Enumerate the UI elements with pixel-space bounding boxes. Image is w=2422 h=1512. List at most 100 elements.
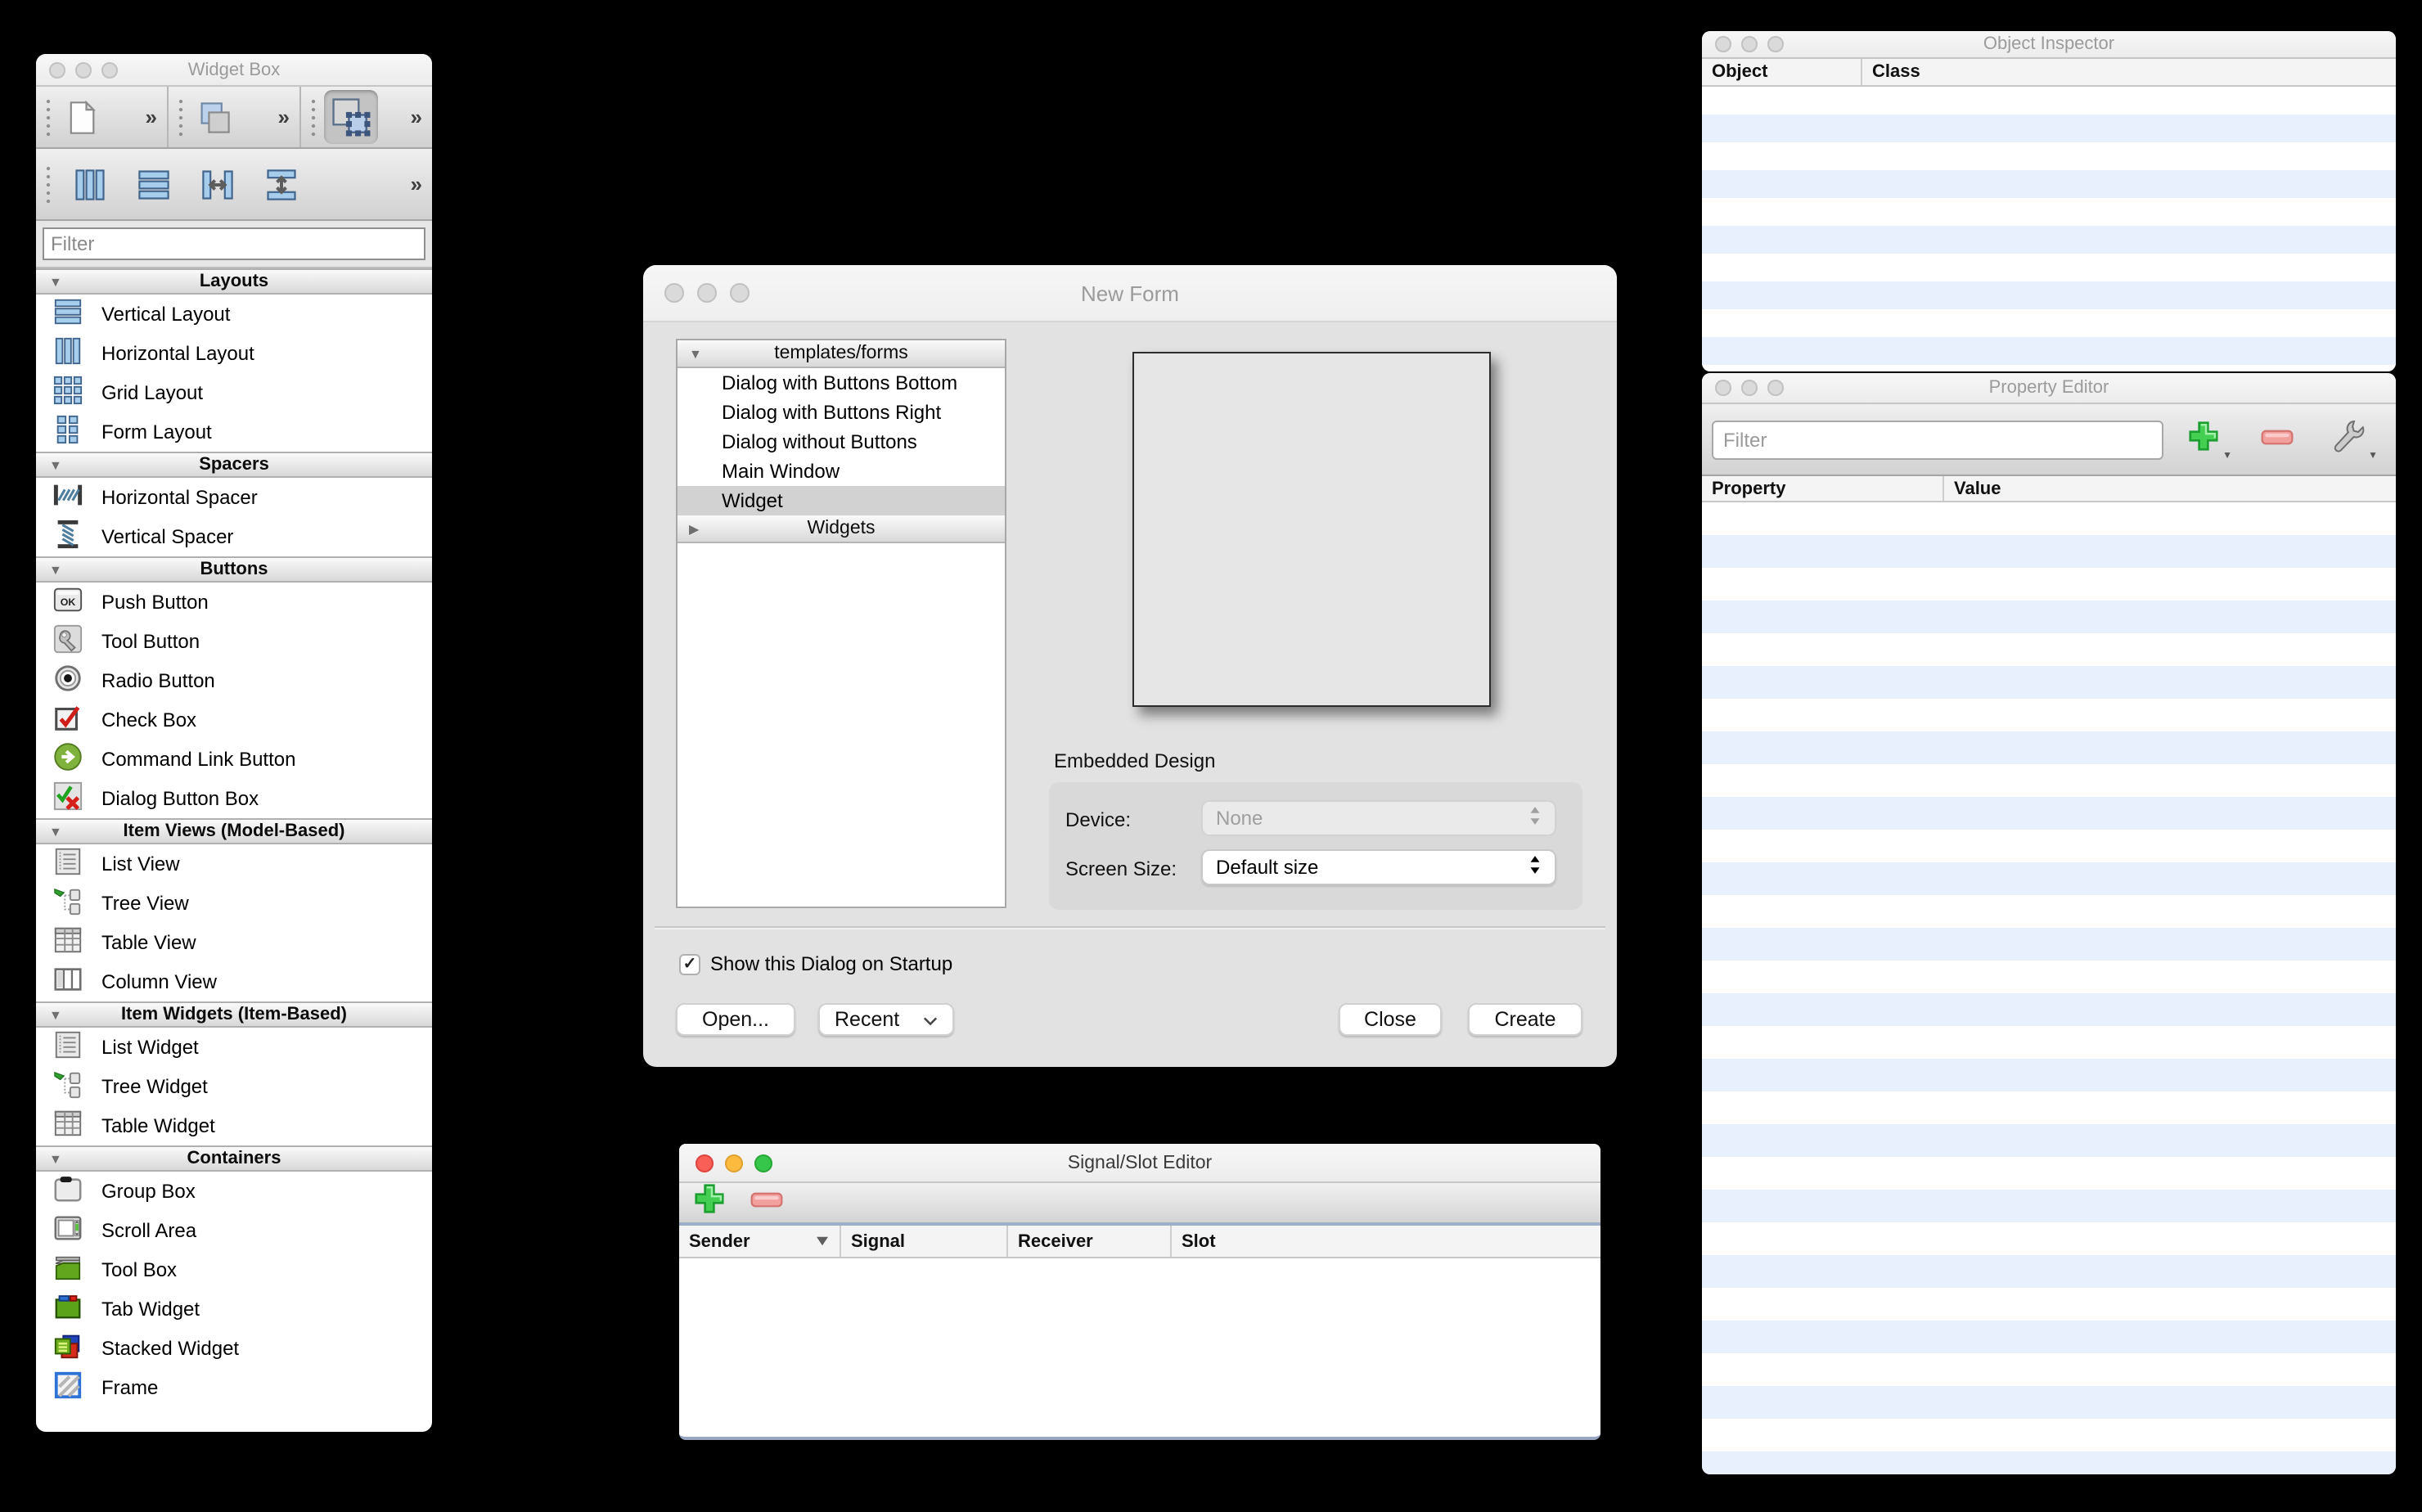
device-select[interactable]: None bbox=[1201, 800, 1556, 836]
close-button[interactable] bbox=[1715, 36, 1731, 52]
widget-item[interactable]: Dialog Button Box bbox=[36, 779, 432, 818]
zoom-button[interactable] bbox=[101, 61, 118, 78]
widget-item[interactable]: Tree Widget bbox=[36, 1067, 432, 1106]
recent-dropdown-button[interactable]: Recent bbox=[818, 1003, 954, 1036]
chevron-down-icon: ▼ bbox=[2368, 452, 2378, 461]
widget-item[interactable]: Grid Layout bbox=[36, 373, 432, 412]
svg-text:OK: OK bbox=[61, 596, 76, 608]
property-filter-input[interactable] bbox=[1712, 420, 2163, 459]
widget-item[interactable]: Tool Box bbox=[36, 1250, 432, 1289]
column-header-signal[interactable]: Signal bbox=[840, 1226, 1006, 1257]
widget-filter-input[interactable] bbox=[43, 227, 425, 260]
add-connection-button[interactable] bbox=[692, 1181, 727, 1224]
minimize-button[interactable] bbox=[725, 1154, 743, 1172]
widget-item[interactable]: Table Widget bbox=[36, 1106, 432, 1145]
widget-item[interactable]: Form Layout bbox=[36, 412, 432, 452]
adjust-horizontal-button[interactable] bbox=[195, 162, 239, 206]
close-button[interactable] bbox=[49, 61, 65, 78]
configure-button[interactable]: ▼ bbox=[2330, 417, 2366, 461]
template-item[interactable]: Dialog without Buttons bbox=[678, 427, 1005, 457]
minimize-button[interactable] bbox=[1741, 36, 1758, 52]
widget-item[interactable]: Vertical Spacer bbox=[36, 517, 432, 556]
remove-connection-button[interactable] bbox=[750, 1188, 784, 1217]
widget-item[interactable]: Vertical Layout bbox=[36, 295, 432, 334]
remove-property-button[interactable] bbox=[2260, 425, 2294, 454]
create-button[interactable]: Create bbox=[1468, 1003, 1582, 1036]
widget-item[interactable]: Check Box bbox=[36, 700, 432, 740]
widget-item[interactable]: Tree View bbox=[36, 884, 432, 923]
zoom-button[interactable] bbox=[1767, 380, 1784, 396]
column-header-receiver[interactable]: Receiver bbox=[1006, 1226, 1170, 1257]
category-header[interactable]: ▼Layouts bbox=[36, 268, 432, 295]
minimize-button[interactable] bbox=[1741, 380, 1758, 396]
column-header-class[interactable]: Class bbox=[1861, 59, 2396, 85]
template-item[interactable]: Dialog with Buttons Bottom bbox=[678, 368, 1005, 398]
toolbar-overflow-button[interactable]: » bbox=[404, 172, 427, 196]
widget-item[interactable]: Horizontal Spacer bbox=[36, 478, 432, 517]
show-dialog-checkbox[interactable]: ✓ bbox=[679, 953, 700, 974]
close-button[interactable] bbox=[696, 1154, 714, 1172]
drag-handle-icon[interactable] bbox=[309, 96, 317, 138]
widget-item[interactable]: Radio Button bbox=[36, 661, 432, 700]
widget-item[interactable]: Stacked Widget bbox=[36, 1329, 432, 1368]
drag-handle-icon[interactable] bbox=[44, 163, 52, 205]
category-header[interactable]: ▼Item Views (Model-Based) bbox=[36, 818, 432, 844]
drag-handle-icon[interactable] bbox=[44, 96, 52, 138]
edit-widgets-button[interactable] bbox=[324, 90, 378, 144]
widget-item[interactable]: Group Box bbox=[36, 1172, 432, 1211]
widget-item[interactable]: OKPush Button bbox=[36, 583, 432, 622]
layout-vertical-button[interactable] bbox=[67, 162, 111, 206]
category-header[interactable]: ▼Buttons bbox=[36, 556, 432, 583]
screen-size-select[interactable]: Default size bbox=[1201, 849, 1556, 885]
widget-item[interactable]: Column View bbox=[36, 962, 432, 1001]
open-button[interactable]: Open... bbox=[676, 1003, 795, 1036]
widget-item[interactable]: Scroll Area bbox=[36, 1211, 432, 1250]
column-header-property[interactable]: Property bbox=[1702, 476, 1943, 501]
column-header-slot[interactable]: Slot bbox=[1170, 1226, 1600, 1257]
close-button[interactable] bbox=[664, 283, 684, 303]
toolbar-overflow-button[interactable]: » bbox=[139, 105, 162, 129]
category-header[interactable]: ▼Item Widgets (Item-Based) bbox=[36, 1001, 432, 1028]
tree-group-header[interactable]: ▼templates/forms bbox=[678, 340, 1005, 368]
template-item[interactable]: Widget bbox=[678, 486, 1005, 515]
tree-group-header-collapsed[interactable]: ▶Widgets bbox=[678, 515, 1005, 543]
layout-horizontal-button[interactable] bbox=[131, 162, 175, 206]
new-form-button[interactable] bbox=[59, 95, 103, 139]
widget-item[interactable]: Tab Widget bbox=[36, 1289, 432, 1329]
close-button[interactable]: Close bbox=[1339, 1003, 1442, 1036]
close-button[interactable] bbox=[1715, 380, 1731, 396]
stacked-widget-icon bbox=[52, 1330, 83, 1366]
adjust-vertical-button[interactable] bbox=[259, 162, 303, 206]
category-header[interactable]: ▼Spacers bbox=[36, 452, 432, 478]
widget-item[interactable]: List Widget bbox=[36, 1028, 432, 1067]
signal-slot-titlebar[interactable]: Signal/Slot Editor bbox=[679, 1144, 1600, 1183]
property-editor-titlebar[interactable]: Property Editor bbox=[1702, 373, 2396, 404]
template-item[interactable]: Main Window bbox=[678, 457, 1005, 486]
widget-item[interactable]: Horizontal Layout bbox=[36, 334, 432, 373]
toolbar-overflow-button[interactable]: » bbox=[272, 105, 295, 129]
widget-item[interactable]: Table View bbox=[36, 923, 432, 962]
object-inspector-titlebar[interactable]: Object Inspector bbox=[1702, 31, 2396, 59]
add-property-button[interactable]: ▼ bbox=[2186, 418, 2221, 461]
zoom-button[interactable] bbox=[730, 283, 750, 303]
widget-item[interactable]: Frame bbox=[36, 1368, 432, 1407]
zoom-button[interactable] bbox=[754, 1154, 772, 1172]
column-header-sender[interactable]: Sender bbox=[679, 1226, 840, 1257]
minimize-button[interactable] bbox=[697, 283, 717, 303]
drag-handle-icon[interactable] bbox=[177, 96, 185, 138]
zoom-button[interactable] bbox=[1767, 36, 1784, 52]
embedded-design-group: Device: None Screen Size: Default size bbox=[1049, 782, 1582, 910]
toolbar-overflow-button[interactable]: » bbox=[404, 105, 427, 129]
template-item[interactable]: Dialog with Buttons Right bbox=[678, 398, 1005, 427]
widget-item[interactable]: Tool Button bbox=[36, 622, 432, 661]
widget-box-titlebar[interactable]: Widget Box bbox=[36, 54, 432, 87]
minimize-button[interactable] bbox=[75, 61, 92, 78]
widgets-overlap-button[interactable] bbox=[191, 95, 236, 139]
column-header-value[interactable]: Value bbox=[1943, 476, 2396, 501]
startup-checkbox-row: ✓ Show this Dialog on Startup bbox=[679, 952, 952, 975]
column-header-object[interactable]: Object bbox=[1702, 59, 1861, 85]
new-form-titlebar[interactable]: New Form bbox=[643, 265, 1617, 322]
widget-item[interactable]: List View bbox=[36, 844, 432, 884]
widget-item[interactable]: Command Link Button bbox=[36, 740, 432, 779]
category-header[interactable]: ▼Containers bbox=[36, 1145, 432, 1172]
